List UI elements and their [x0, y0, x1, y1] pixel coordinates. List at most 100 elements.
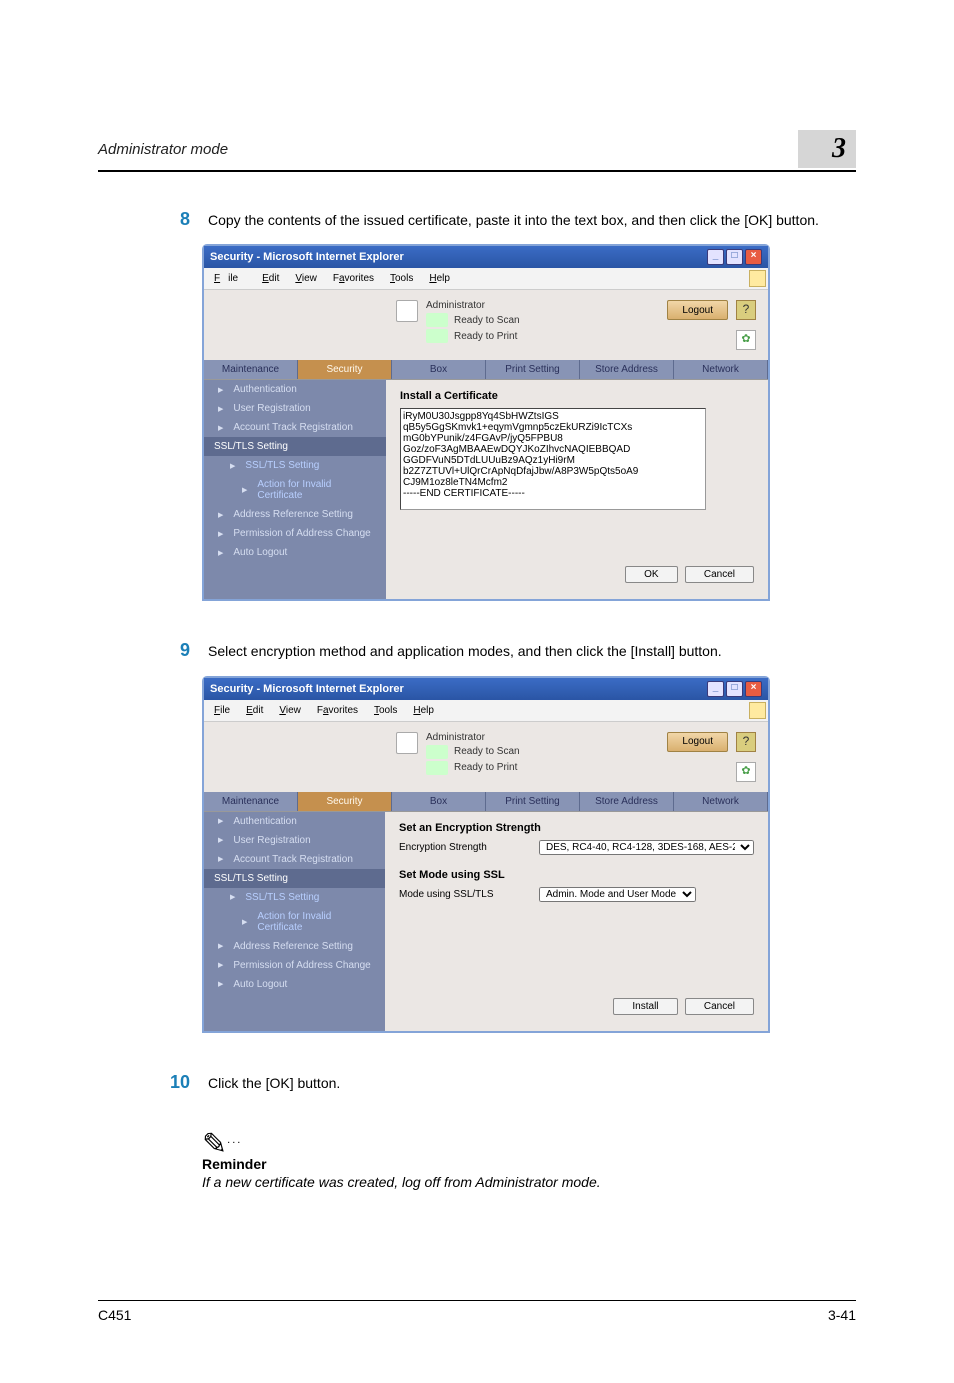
page-title: Administrator mode	[98, 141, 228, 158]
logout-button[interactable]: Logout	[667, 732, 728, 752]
sidebar: Authentication User Registration Account…	[204, 380, 386, 599]
menu-help[interactable]: Help	[421, 271, 458, 286]
scanner-icon	[426, 313, 448, 327]
menu-file[interactable]: File	[206, 703, 238, 718]
step-10-text: Click the [OK] button.	[208, 1073, 340, 1093]
step-8-text: Copy the contents of the issued certific…	[208, 210, 819, 230]
menu-edit[interactable]: Edit	[254, 271, 287, 286]
sidebar-item-user-registration[interactable]: User Registration	[204, 399, 386, 418]
sidebar-item-account-track-registration[interactable]: Account Track Registration	[204, 418, 386, 437]
window-titlebar[interactable]: Security - Microsoft Internet Explorer _…	[204, 246, 768, 268]
logout-button[interactable]: Logout	[667, 300, 728, 320]
step-9-number: 9	[98, 641, 208, 661]
step-10-number: 10	[98, 1073, 208, 1093]
maximize-icon[interactable]: □	[726, 681, 743, 697]
cancel-button[interactable]: Cancel	[685, 998, 754, 1015]
ie-logo-icon	[749, 702, 766, 719]
tab-store-address[interactable]: Store Address	[580, 792, 674, 811]
tab-print-setting[interactable]: Print Setting	[486, 792, 580, 811]
reminder-body: If a new certificate was created, log of…	[202, 1174, 856, 1190]
tab-security[interactable]: Security	[298, 360, 392, 379]
sidebar-item-permission-address-change[interactable]: Permission of Address Change	[204, 956, 385, 975]
mode-ssl-label: Mode using SSL/TLS	[399, 889, 539, 900]
tab-print-setting[interactable]: Print Setting	[486, 360, 580, 379]
screenshot-encryption-strength: Security - Microsoft Internet Explorer _…	[202, 676, 770, 1033]
menu-favorites[interactable]: Favorites	[309, 703, 366, 718]
tab-network[interactable]: Network	[674, 792, 768, 811]
menu-edit[interactable]: Edit	[238, 703, 271, 718]
help-icon[interactable]: ?	[736, 732, 756, 752]
printer-icon	[426, 329, 448, 343]
user-icon	[396, 732, 418, 754]
sidebar-item-address-reference[interactable]: Address Reference Setting	[204, 937, 385, 956]
menu-view[interactable]: View	[271, 703, 309, 718]
menubar[interactable]: File Edit View Favorites Tools Help	[204, 268, 768, 290]
install-button[interactable]: Install	[613, 998, 677, 1015]
sidebar-item-authentication[interactable]: Authentication	[204, 380, 386, 399]
minimize-icon[interactable]: _	[707, 249, 724, 265]
reminder-heading: Reminder	[202, 1156, 856, 1172]
ok-button[interactable]: OK	[625, 566, 677, 583]
ready-scan-label: Ready to Scan	[454, 315, 520, 326]
footer-left: C451	[98, 1307, 131, 1323]
chapter-number: 3	[798, 130, 856, 168]
sidebar-item-address-reference[interactable]: Address Reference Setting	[204, 505, 386, 524]
maximize-icon[interactable]: □	[726, 249, 743, 265]
sidebar-item-action-invalid-cert[interactable]: Action for Invalid Certificate	[204, 907, 385, 937]
sidebar-item-ssltls-setting[interactable]: SSL/TLS Setting	[204, 456, 386, 475]
sidebar-item-user-registration[interactable]: User Registration	[204, 831, 385, 850]
sidebar-section-ssltls[interactable]: SSL/TLS Setting	[204, 869, 385, 888]
certificate-textarea[interactable]	[400, 408, 706, 510]
tab-bar: Maintenance Security Box Print Setting S…	[204, 360, 768, 379]
mode-ssl-select[interactable]: Admin. Mode and User Mode	[539, 887, 696, 902]
administrator-label: Administrator	[426, 732, 520, 743]
set-mode-ssl-heading: Set Mode using SSL	[399, 869, 754, 881]
administrator-label: Administrator	[426, 300, 520, 311]
sidebar-item-authentication[interactable]: Authentication	[204, 812, 385, 831]
tab-maintenance[interactable]: Maintenance	[204, 360, 298, 379]
sidebar-item-auto-logout[interactable]: Auto Logout	[204, 543, 386, 562]
refresh-icon[interactable]: ✿	[736, 762, 756, 782]
tab-bar: Maintenance Security Box Print Setting S…	[204, 792, 768, 811]
screenshot-install-certificate: Security - Microsoft Internet Explorer _…	[202, 244, 770, 601]
menu-tools[interactable]: Tools	[366, 703, 405, 718]
tab-store-address[interactable]: Store Address	[580, 360, 674, 379]
sidebar-item-ssltls-setting[interactable]: SSL/TLS Setting	[204, 888, 385, 907]
tab-security[interactable]: Security	[298, 792, 392, 811]
scanner-icon	[426, 745, 448, 759]
sidebar-item-auto-logout[interactable]: Auto Logout	[204, 975, 385, 994]
refresh-icon[interactable]: ✿	[736, 330, 756, 350]
close-icon[interactable]: ×	[745, 249, 762, 265]
ready-print-label: Ready to Print	[454, 762, 517, 773]
menu-favorites[interactable]: Favorites	[325, 271, 382, 286]
step-8-number: 8	[98, 210, 208, 230]
tab-box[interactable]: Box	[392, 360, 486, 379]
header-rule	[98, 170, 856, 172]
install-certificate-heading: Install a Certificate	[400, 390, 754, 402]
menu-view[interactable]: View	[287, 271, 325, 286]
encryption-strength-select[interactable]: DES, RC4-40, RC4-128, 3DES-168, AES-256	[539, 840, 754, 855]
sidebar-section-ssltls[interactable]: SSL/TLS Setting	[204, 437, 386, 456]
user-icon	[396, 300, 418, 322]
tab-maintenance[interactable]: Maintenance	[204, 792, 298, 811]
help-icon[interactable]: ?	[736, 300, 756, 320]
minimize-icon[interactable]: _	[707, 681, 724, 697]
tab-box[interactable]: Box	[392, 792, 486, 811]
sidebar: Authentication User Registration Account…	[204, 812, 385, 1031]
tab-network[interactable]: Network	[674, 360, 768, 379]
printer-icon	[426, 761, 448, 775]
close-icon[interactable]: ×	[745, 681, 762, 697]
sidebar-item-action-invalid-cert[interactable]: Action for Invalid Certificate	[204, 475, 386, 505]
menu-help[interactable]: Help	[405, 703, 442, 718]
footer-right: 3-41	[828, 1307, 856, 1323]
sidebar-item-permission-address-change[interactable]: Permission of Address Change	[204, 524, 386, 543]
window-titlebar[interactable]: Security - Microsoft Internet Explorer _…	[204, 678, 768, 700]
menu-tools[interactable]: Tools	[382, 271, 421, 286]
window-title: Security - Microsoft Internet Explorer	[210, 683, 404, 695]
encryption-strength-heading: Set an Encryption Strength	[399, 822, 754, 834]
menu-file[interactable]: File	[206, 271, 254, 286]
sidebar-item-account-track-registration[interactable]: Account Track Registration	[204, 850, 385, 869]
menubar[interactable]: File Edit View Favorites Tools Help	[204, 700, 768, 722]
ie-logo-icon	[749, 270, 766, 287]
cancel-button[interactable]: Cancel	[685, 566, 754, 583]
